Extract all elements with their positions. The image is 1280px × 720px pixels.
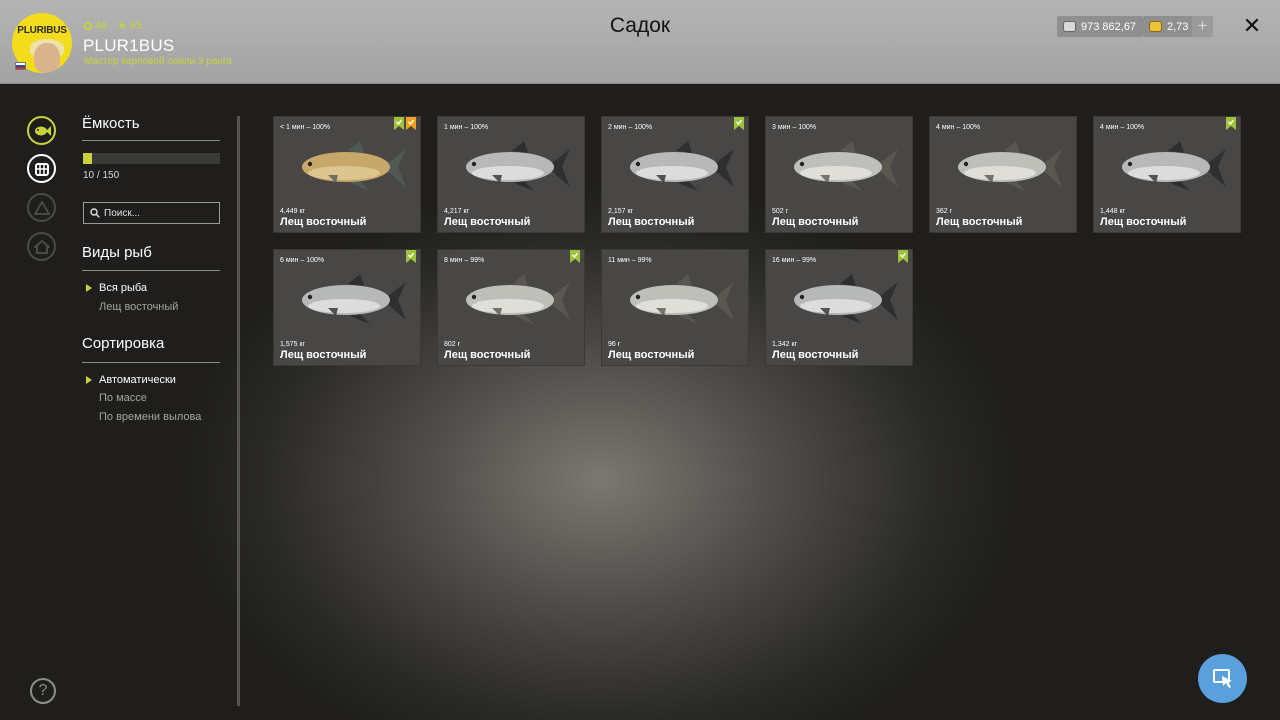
fish-catch-time: 8 мин – 99% (444, 257, 485, 264)
new-catch-bookmark-icon (1226, 117, 1236, 130)
fish-weight: 1,342 кг (772, 341, 798, 348)
new-catch-bookmark-icon (734, 117, 744, 130)
fish-name: Лещ восточный (444, 349, 531, 361)
fish-catch-time: 4 мин – 100% (936, 124, 981, 131)
gold-balance: 2,73 (1143, 16, 1196, 37)
fish-catch-time: 3 мин – 100% (772, 124, 817, 131)
fish-card[interactable]: 4 мин – 100% 362 г Лещ восточный (929, 116, 1077, 233)
cursor-icon (1212, 668, 1232, 688)
fish-catch-time: 6 мин – 100% (280, 257, 325, 264)
fish-card[interactable]: < 1 мин – 100% 4,449 кг Лещ восточный (273, 116, 421, 233)
bream-fish-image (794, 141, 898, 191)
species-selected-marker-icon (86, 284, 92, 292)
trophy-bookmark-icon (406, 117, 416, 130)
sort-divider (82, 362, 220, 363)
species-title: Виды рыб (82, 244, 152, 261)
fish-card[interactable]: 6 мин – 100% 1,575 кг Лещ восточный (273, 249, 421, 366)
new-catch-bookmark-icon (406, 250, 416, 263)
cursor-mode-button[interactable] (1198, 654, 1247, 703)
bream-fish-image (466, 274, 570, 324)
species-divider (82, 270, 220, 271)
capacity-count: 10 / 150 (83, 170, 120, 181)
help-icon[interactable]: ? (30, 678, 56, 704)
search-placeholder: Поиск... (104, 207, 141, 219)
capacity-bar (83, 153, 220, 164)
fish-name: Лещ восточный (608, 349, 695, 361)
search-icon (90, 208, 100, 218)
new-catch-bookmark-icon (898, 250, 908, 263)
capacity-title: Ёмкость (82, 115, 140, 132)
sort-option-time[interactable]: По времени вылова (99, 411, 201, 423)
username: PLUR1BUS (83, 36, 175, 55)
fish-name: Лещ восточный (936, 216, 1023, 228)
capacity-bar-fill (83, 153, 93, 164)
fish-tab-icon[interactable] (27, 116, 56, 145)
fish-card[interactable]: 4 мин – 100% 1,448 кг Лещ восточный (1093, 116, 1241, 233)
fish-catch-time: 11 мин – 99% (608, 257, 652, 264)
sort-option-mass[interactable]: По массе (99, 392, 147, 404)
fish-weight: 2,157 кг (608, 208, 634, 215)
player-rank: Мастер карповой ловли 3 ранга (84, 56, 232, 67)
fish-name: Лещ восточный (608, 216, 695, 228)
bream-fish-image (302, 141, 406, 191)
fish-weight: 96 г (608, 341, 621, 348)
species-option-bream[interactable]: Лещ восточный (99, 301, 178, 313)
fish-weight: 1,575 кг (280, 341, 306, 348)
gold-coin-icon (1149, 21, 1162, 32)
sort-option-auto[interactable]: Автоматически (99, 374, 176, 386)
fish-catch-time: < 1 мин – 100% (280, 124, 331, 131)
fish-card[interactable]: 16 мин – 99% 1,342 кг Лещ восточный (765, 249, 913, 366)
home-tab-icon[interactable] (27, 232, 56, 261)
fish-card[interactable]: 8 мин – 99% 802 г Лещ восточный (437, 249, 585, 366)
bream-fish-image (794, 274, 898, 324)
add-gold-button[interactable]: + (1192, 16, 1213, 37)
bream-fish-image (466, 141, 570, 191)
close-button[interactable]: ✕ (1240, 14, 1264, 38)
fish-name: Лещ восточный (280, 349, 367, 361)
gold-amount: 2,73 (1167, 20, 1189, 33)
bream-fish-image (630, 274, 734, 324)
search-input[interactable]: Поиск... (83, 202, 220, 224)
new-catch-bookmark-icon (394, 117, 404, 130)
silver-coin-icon (1063, 21, 1076, 32)
fish-card[interactable]: 3 мин – 100% 502 г Лещ восточный (765, 116, 913, 233)
fish-card[interactable]: 1 мин – 100% 4,217 кг Лещ восточный (437, 116, 585, 233)
capacity-divider (82, 140, 220, 141)
silver-balance: 973 862,67 (1057, 16, 1144, 37)
silver-amount: 973 862,67 (1081, 20, 1137, 33)
fish-card[interactable]: 11 мин – 99% 96 г Лещ восточный (601, 249, 749, 366)
bream-fish-image (302, 274, 406, 324)
sort-title: Сортировка (82, 335, 165, 352)
fish-catch-time: 1 мин – 100% (444, 124, 489, 131)
bream-fish-image (1122, 141, 1226, 191)
fish-weight: 802 г (444, 341, 461, 348)
fish-catch-time: 4 мин – 100% (1100, 124, 1145, 131)
fish-name: Лещ восточный (1100, 216, 1187, 228)
fish-weight: 1,448 кг (1100, 208, 1126, 215)
camp-tab-icon[interactable] (27, 193, 56, 222)
species-option-all[interactable]: Вся рыба (99, 282, 147, 294)
avatar-face (34, 43, 60, 73)
bream-fish-image (630, 141, 734, 191)
fish-weight: 362 г (936, 208, 953, 215)
fish-name: Лещ восточный (280, 216, 367, 228)
bream-fish-image (958, 141, 1062, 191)
fish-card[interactable]: 2 мин – 100% 2,157 кг Лещ восточный (601, 116, 749, 233)
panel-divider (237, 116, 240, 706)
fish-weight: 502 г (772, 208, 789, 215)
fish-name: Лещ восточный (444, 216, 531, 228)
fish-catch-time: 16 мин – 99% (772, 257, 817, 264)
fish-weight: 4,449 кг (280, 208, 306, 215)
sort-selected-marker-icon (86, 376, 92, 384)
fish-name: Лещ восточный (772, 349, 859, 361)
russia-flag-icon (15, 62, 26, 70)
keepnet-tab-icon[interactable] (27, 154, 56, 183)
fish-name: Лещ восточный (772, 216, 859, 228)
top-bar: PLURIBUS 48 ★ 65 PLUR1BUS Мастер карповой… (0, 0, 1280, 84)
new-catch-bookmark-icon (570, 250, 580, 263)
fish-catch-time: 2 мин – 100% (608, 124, 653, 131)
fish-weight: 4,217 кг (444, 208, 470, 215)
